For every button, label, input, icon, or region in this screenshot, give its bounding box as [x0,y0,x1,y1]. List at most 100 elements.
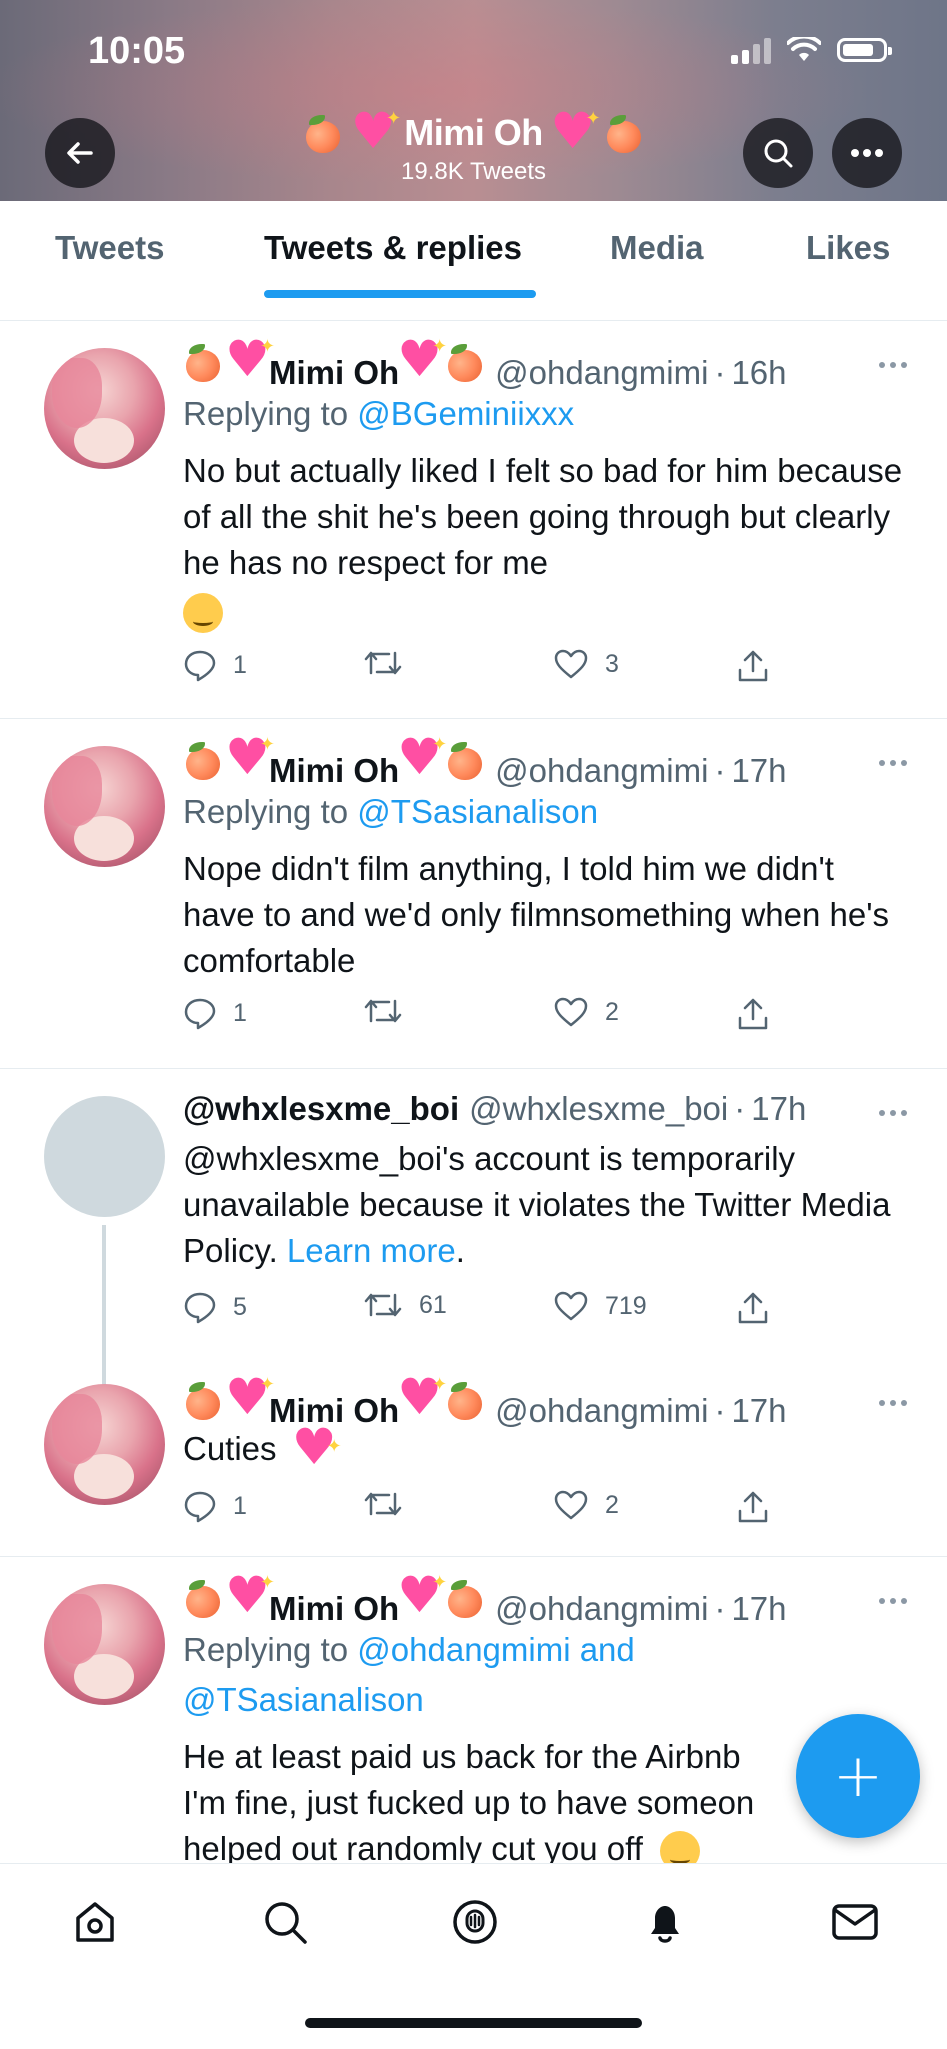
tweet-time[interactable]: 16h [731,354,786,392]
tweet-text: Cuties [183,1422,913,1472]
peach-emoji-icon [604,115,644,155]
share-button[interactable] [735,1489,771,1525]
tab-tweets-and-replies[interactable]: Tweets & replies [264,229,522,267]
reply-button[interactable]: 1 [183,648,247,682]
tweet-author-name[interactable]: Mimi Oh [269,1590,399,1628]
spaces-icon[interactable] [447,1894,503,1950]
tweet-actions: 1 2 [183,1489,783,1533]
status-icons [731,36,892,64]
separator-dot: · [734,1090,746,1127]
replying-to-link[interactable]: @TSasianalison [357,793,598,830]
messages-icon[interactable] [827,1894,883,1950]
reply-count: 5 [233,1292,247,1321]
retweet-button[interactable]: 61 [363,1290,447,1320]
sparkling-heart-icon [225,732,275,782]
avatar[interactable] [44,1584,165,1705]
replying-to-link[interactable]: @BGeminiixxx [357,395,574,432]
separator-dot: · [714,1392,726,1429]
more-options-button[interactable] [832,118,902,188]
like-count: 719 [605,1291,647,1320]
sparkling-heart-icon [225,1372,275,1422]
tweet-more-icon[interactable] [879,760,913,766]
peach-emoji-icon [303,115,343,155]
avatar[interactable] [44,348,165,469]
share-button[interactable] [735,1290,771,1326]
reply-icon [184,998,216,1030]
tab-media[interactable]: Media [610,229,704,267]
avatar[interactable] [44,746,165,867]
status-time: 10:05 [88,30,186,72]
profile-tabs: Tweets Tweets & replies Media Likes [0,201,947,299]
tweet-time[interactable]: 17h [731,1392,786,1430]
profile-header: 10:05 Mimi Oh 19.8K Tweets [0,0,947,201]
tweet-text-content: Cuties [183,1430,277,1467]
tab-tweets[interactable]: Tweets [55,229,164,267]
replying-prefix: Replying to [183,395,349,432]
share-button[interactable] [735,996,771,1032]
sparkling-heart-icon [292,1422,342,1472]
tweet-time[interactable]: 17h [731,752,786,790]
sparkling-heart-icon [397,334,447,384]
tweet-handle[interactable]: @ohdangmimi [495,1392,708,1430]
retweet-button[interactable] [363,1489,419,1519]
wifi-icon [787,37,821,61]
tweet-time[interactable]: 17h [731,1590,786,1628]
reply-button[interactable]: 1 [183,1489,247,1523]
notifications-icon[interactable] [637,1894,693,1950]
woozy-face-emoji-icon [183,593,223,634]
retweet-icon [364,651,402,675]
retweet-count: 61 [419,1290,447,1319]
replying-to: Replying to @TSasianalison [183,787,883,837]
tweet-author-name[interactable]: Mimi Oh [269,354,399,392]
profile-name-text: Mimi Oh [404,112,543,153]
replying-to-link[interactable]: @ohdangmimi and [357,1631,635,1668]
replying-to-link-2[interactable]: @TSasianalison [183,1681,424,1718]
tweet-handle[interactable]: @ohdangmimi [495,752,708,790]
tweet[interactable]: Mimi Oh @ohdangmimi · 17h Replying to @T… [0,718,947,1069]
timeline-separator [0,298,947,321]
tweet-handle[interactable]: @whxlesxme_boi [469,1090,728,1128]
tweet-author-name[interactable]: Mimi Oh [269,752,399,790]
tweet-text-content: No but actually liked I felt so bad for … [183,452,903,581]
retweet-icon [364,999,402,1023]
tweet-more-icon[interactable] [879,1110,913,1116]
tweet-header: Mimi Oh @ohdangmimi · 17h [183,1372,787,1430]
tweet-author-name[interactable]: @whxlesxme_boi [183,1090,459,1128]
search-button[interactable] [743,118,813,188]
tab-likes[interactable]: Likes [806,229,890,267]
compose-tweet-button[interactable]: + [796,1714,920,1838]
learn-more-link[interactable]: Learn more [287,1232,456,1269]
sparkling-heart-icon [397,732,447,782]
sparkling-heart-icon [225,334,275,384]
tweet[interactable]: Mimi Oh @ohdangmimi · 16h Replying to @B… [0,320,947,719]
avatar-placeholder[interactable] [44,1096,165,1217]
like-button[interactable]: 3 [553,648,619,680]
share-button[interactable] [735,648,771,684]
replying-to: Replying to @BGeminiixxx [183,389,883,439]
heart-icon [554,1291,588,1321]
tweet-text: No but actually liked I felt so bad for … [183,448,913,634]
reply-button[interactable]: 5 [183,1290,247,1324]
retweet-button[interactable] [363,648,419,678]
like-button[interactable]: 719 [553,1290,647,1322]
search-icon[interactable] [257,1894,313,1950]
tweet[interactable]: Mimi Oh @ohdangmimi · 17h Replying to @o… [0,1556,947,1863]
tweet-handle[interactable]: @ohdangmimi [495,354,708,392]
like-button[interactable]: 2 [553,1489,619,1521]
reply-button[interactable]: 1 [183,996,247,1030]
reply-icon [184,650,216,682]
tweet-time[interactable]: 17h [751,1090,806,1128]
tweet-handle[interactable]: @ohdangmimi [495,1590,708,1628]
tweet-more-icon[interactable] [879,1400,913,1406]
tweet-header: Mimi Oh @ohdangmimi · 17h [183,1570,787,1628]
tweet-more-icon[interactable] [879,362,913,368]
retweet-button[interactable] [363,996,419,1026]
home-icon[interactable] [67,1894,123,1950]
like-button[interactable]: 2 [553,996,619,1028]
tweet-more-icon[interactable] [879,1598,913,1604]
peach-emoji-icon [183,344,223,384]
separator-dot: · [714,354,726,391]
avatar[interactable] [44,1384,165,1505]
peach-emoji-icon [445,742,485,782]
reply-count: 1 [233,650,247,679]
